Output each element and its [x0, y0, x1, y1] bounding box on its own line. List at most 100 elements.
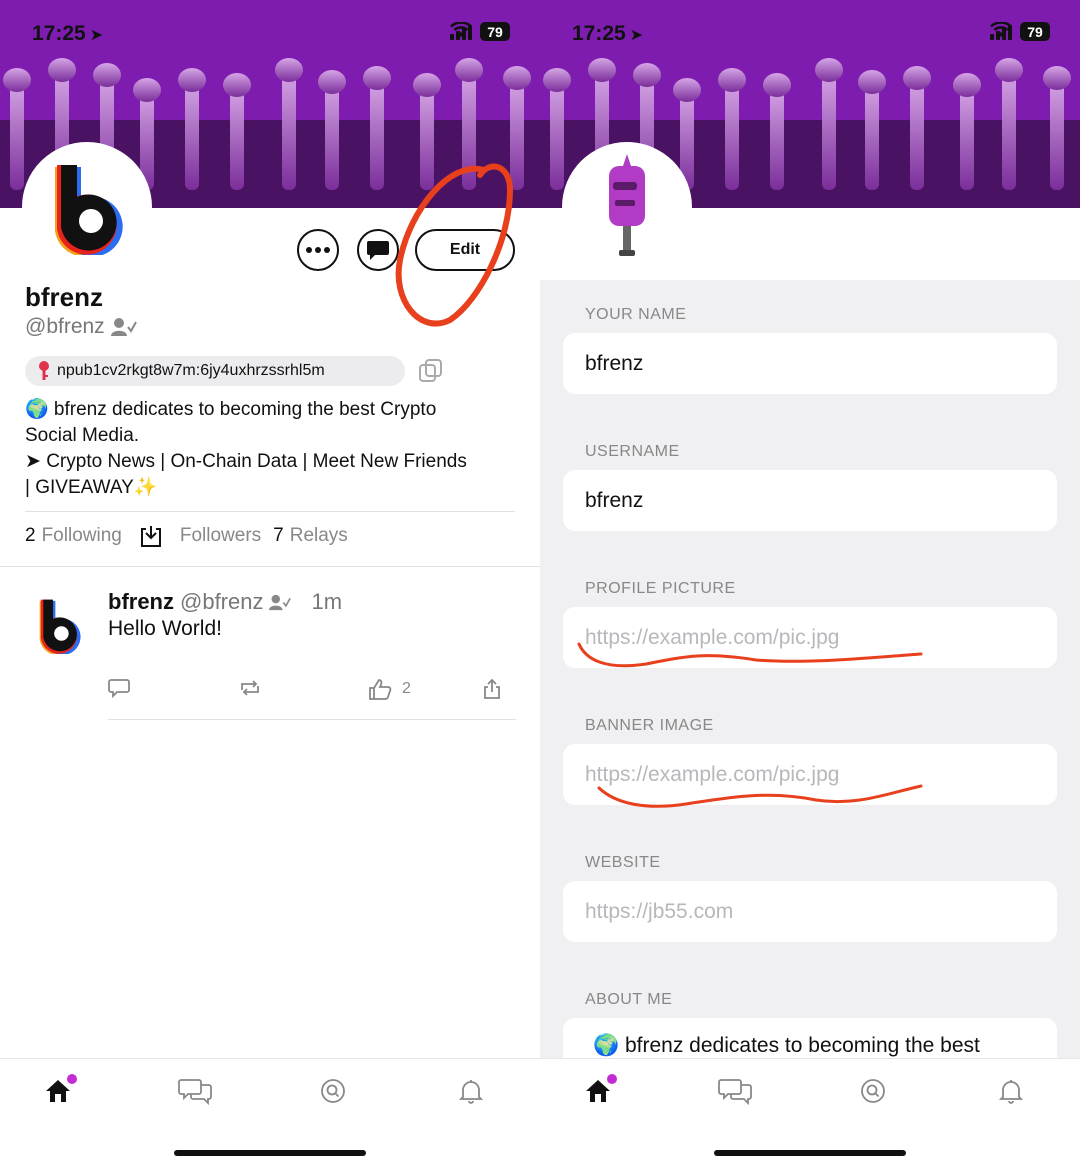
relays-count: 7 [273, 525, 284, 546]
tab-search[interactable] [856, 1076, 890, 1106]
search-icon [321, 1079, 345, 1103]
following-label: Following [41, 525, 122, 546]
post-time: 1m [311, 589, 343, 614]
name-label: YOUR NAME [585, 306, 687, 323]
reply-icon [108, 679, 130, 698]
post-header: bfrenz @bfrenz 1m [108, 589, 342, 615]
username-value: bfrenz [585, 488, 644, 512]
verified-icon [110, 318, 137, 336]
more-icon [306, 247, 330, 253]
home-indicator [174, 1150, 366, 1156]
website-field[interactable] [563, 881, 1057, 942]
banner-image-label: BANNER IMAGE [585, 717, 714, 734]
b-logo-icon [39, 599, 81, 655]
bio-line: | GIVEAWAY✨ [25, 477, 158, 498]
share-icon [484, 678, 500, 699]
status-indicators: 79 [990, 22, 1050, 41]
banner-image-field[interactable] [563, 744, 1057, 805]
time-text: 17:25 [32, 22, 86, 45]
profile-display-name: bfrenz [25, 282, 103, 312]
tab-search[interactable] [316, 1076, 350, 1106]
bio-line: Social Media. [25, 425, 140, 446]
followers-label[interactable]: Followers [180, 525, 261, 547]
battery-icon: 79 [480, 22, 510, 41]
name-field[interactable]: bfrenz [563, 333, 1057, 394]
website-input[interactable] [585, 899, 1057, 924]
edit-profile-screen: 17:25 ➤ 79 YOUR NAME bfrenz USERNAME bfre… [540, 0, 1080, 1169]
like-icon [369, 679, 392, 700]
battery-level: 79 [487, 23, 503, 40]
profile-bio: 🌍 bfrenz dedicates to becoming the best … [25, 397, 505, 501]
about-me-value: 🌍 bfrenz dedicates to becoming the best [593, 1034, 980, 1057]
username-label: USERNAME [585, 443, 680, 460]
banner-image-input[interactable] [585, 762, 1057, 787]
handle-text: @bfrenz [25, 315, 105, 338]
share-button[interactable] [482, 678, 502, 700]
following-count: 2 [25, 525, 36, 546]
relays-label: Relays [289, 525, 348, 546]
location-arrow-icon: ➤ [629, 27, 644, 44]
status-time: 17:25 ➤ [32, 22, 103, 46]
post-text: Hello World! [108, 617, 222, 640]
verified-icon [269, 594, 292, 610]
profile-picture-input[interactable] [585, 625, 1057, 650]
notification-dot [67, 1074, 77, 1084]
reply-button[interactable] [108, 678, 130, 698]
status-time: 17:25 ➤ [572, 22, 643, 46]
location-arrow-icon: ➤ [89, 27, 104, 44]
key-icon [39, 361, 49, 380]
wifi-icon [450, 22, 472, 37]
profile-avatar[interactable] [22, 142, 152, 272]
bell-icon [459, 1080, 483, 1104]
direct-message-button[interactable] [357, 229, 399, 271]
dm-icon [367, 241, 389, 260]
edit-profile-button[interactable]: Edit [415, 229, 515, 271]
npub-text: npub1cv2rkgt8w7m:6jy4uxhrzssrhl5m [57, 362, 325, 379]
like-button[interactable]: 2 [368, 678, 411, 700]
copy-icon[interactable] [418, 358, 444, 384]
home-indicator [714, 1150, 906, 1156]
repost-icon [241, 680, 259, 696]
battery-icon: 79 [1020, 22, 1050, 41]
profile-screen: 17:25 ➤ 79 Edit bfrenz @bfrenz npub1cv2rk… [0, 0, 540, 1169]
time-text: 17:25 [572, 22, 626, 45]
profile-avatar[interactable] [562, 142, 692, 272]
post-author[interactable]: bfrenz [108, 589, 174, 615]
profile-picture-label: PROFILE PICTURE [585, 580, 736, 597]
bell-icon [999, 1080, 1023, 1104]
username-field[interactable]: bfrenz [563, 470, 1057, 531]
profile-picture-field[interactable] [563, 607, 1057, 668]
relays-stat[interactable]: 7 Relays [273, 525, 348, 547]
divider [25, 511, 515, 512]
b-logo-icon [55, 165, 123, 255]
name-value: bfrenz [585, 351, 644, 375]
messages-icon [718, 1079, 752, 1105]
robot-avatar-icon [609, 154, 645, 256]
download-icon[interactable] [140, 524, 162, 548]
more-options-button[interactable] [297, 229, 339, 271]
divider [0, 566, 540, 567]
battery-level: 79 [1027, 23, 1043, 40]
divider [108, 719, 516, 720]
tab-messages[interactable] [178, 1076, 212, 1106]
post-handle: @bfrenz [180, 589, 264, 614]
wifi-icon [990, 22, 1012, 37]
bio-line: ➤ Crypto News | On-Chain Data | Meet New… [25, 451, 467, 472]
website-label: WEBSITE [585, 854, 661, 871]
repost-button[interactable] [238, 678, 262, 698]
tab-notifications[interactable] [994, 1076, 1028, 1106]
post-avatar[interactable] [30, 596, 88, 655]
messages-icon [178, 1079, 212, 1105]
search-icon [861, 1079, 885, 1103]
status-indicators: 79 [450, 22, 510, 41]
npub-key-pill[interactable]: npub1cv2rkgt8w7m:6jy4uxhrzssrhl5m [25, 356, 405, 386]
about-me-label: ABOUT ME [585, 991, 673, 1008]
tab-messages[interactable] [718, 1076, 752, 1106]
tab-notifications[interactable] [454, 1076, 488, 1106]
profile-handle: @bfrenz [25, 315, 137, 339]
notification-dot [607, 1074, 617, 1084]
like-count: 2 [402, 680, 411, 697]
profile-stats: 2 Following Followers 7 Relays [25, 524, 348, 548]
bio-line: 🌍 bfrenz dedicates to becoming the best … [25, 399, 437, 420]
following-stat[interactable]: 2 Following [25, 525, 122, 547]
